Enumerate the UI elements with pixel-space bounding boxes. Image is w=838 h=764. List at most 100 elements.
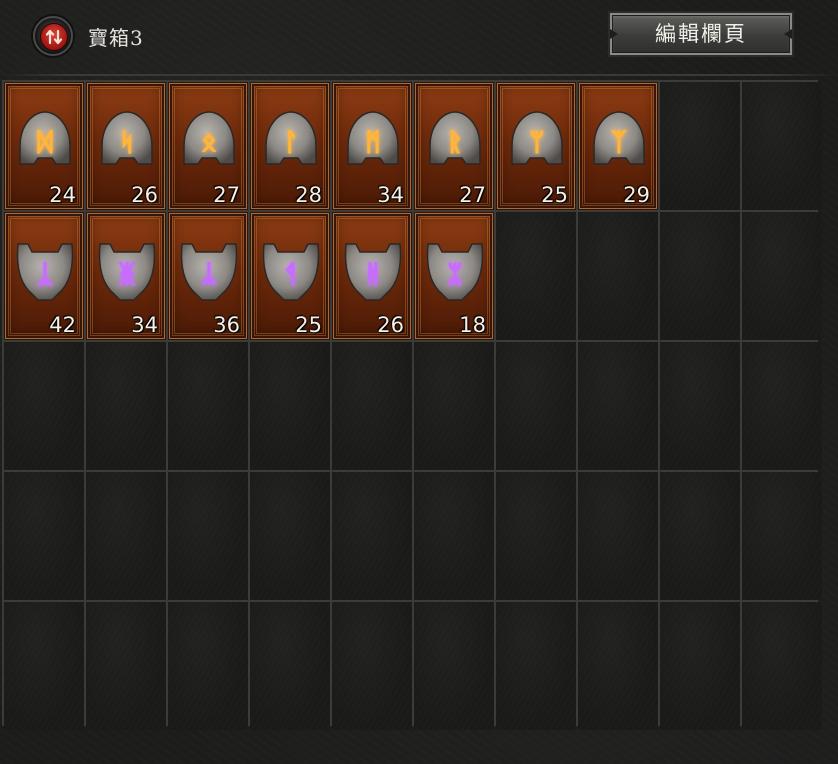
condition-rune-item[interactable]: ᛚ 28 [251,83,329,209]
stash-slot[interactable] [250,472,330,600]
stash-slot[interactable]: ᛩ 25 [250,212,330,340]
item-quantity: 26 [377,313,404,337]
rune-glyph: ᛩ [284,260,298,288]
effect-rune-item[interactable]: ᛤ 34 [87,213,165,339]
stash-slot[interactable]: ᛤ 34 [86,212,166,340]
stash-slot[interactable] [86,472,166,600]
effect-rune-item[interactable]: ᛩ 25 [251,213,329,339]
stash-slot[interactable]: ᛉ 29 [578,82,658,210]
condition-rune-item[interactable]: ᛗ 34 [333,83,411,209]
stash-slot[interactable]: ᛘ 25 [496,82,576,210]
effect-rune-item[interactable]: ᛣ 42 [5,213,83,339]
stash-slot[interactable] [578,472,658,600]
stash-slot[interactable] [660,602,740,730]
stash-panel: 寶箱3 編輯欄頁 ᛞ 24 ᛋ 26 ᛟ 27 ᛚ 28 ᛗ 34 ᚱ 27 ᛘ 25 ᛉ 29 ᛣ 42 ᛤ 34 ᛦ… [0,0,838,764]
condition-rune-item[interactable]: ᚱ 27 [415,83,493,209]
stash-slot[interactable]: ᚻ 26 [332,212,412,340]
stash-slot[interactable] [660,472,740,600]
stash-slot[interactable] [496,342,576,470]
stash-slot[interactable] [578,342,658,470]
stash-slot[interactable] [742,472,822,600]
stash-slot[interactable] [496,472,576,600]
stash-slot[interactable] [168,472,248,600]
condition-rune-item[interactable]: ᛉ 29 [579,83,657,209]
rune-glyph: ᛟ [202,128,216,156]
rune-glyph: ᛉ [612,128,627,156]
stash-slot[interactable] [496,602,576,730]
item-quantity: 24 [49,183,76,207]
condition-rune-item[interactable]: ᛘ 25 [497,83,575,209]
item-quantity: 18 [459,313,486,337]
item-quantity: 36 [213,313,240,337]
stash-slot[interactable] [660,212,740,340]
stash-slot[interactable] [414,472,494,600]
item-quantity: 25 [541,183,568,207]
stash-slot[interactable] [742,212,822,340]
stash-slot[interactable]: ᚱ 27 [414,82,494,210]
stash-slot[interactable] [742,602,822,730]
stash-slot[interactable] [4,472,84,600]
item-quantity: 27 [213,183,240,207]
stash-slot[interactable]: ᛣ 42 [4,212,84,340]
rune-glyph: ᚻ [366,260,380,288]
stash-slot[interactable]: ᛋ 26 [86,82,166,210]
stash-slot[interactable] [660,342,740,470]
item-quantity: 42 [49,313,76,337]
swap-arrows-icon [40,23,68,51]
swap-tab-button[interactable] [33,16,73,56]
rune-glyph: ᛘ [530,128,544,156]
rune-glyph: ᛚ [284,128,298,156]
stash-slot[interactable]: ᛚ 28 [250,82,330,210]
rune-glyph: ᛤ [119,260,135,288]
rune-glyph: ᛗ [366,128,380,156]
stash-slot[interactable] [414,602,494,730]
effect-rune-item[interactable]: ᛦ 36 [169,213,247,339]
stash-slot[interactable] [86,342,166,470]
stash-slot[interactable] [250,342,330,470]
item-quantity: 25 [295,313,322,337]
header-divider [0,74,838,76]
stash-slot[interactable] [86,602,166,730]
rune-glyph: ᛯ [448,260,462,288]
rune-glyph: ᛣ [38,260,53,288]
item-quantity: 34 [131,313,158,337]
condition-rune-item[interactable]: ᛞ 24 [5,83,83,209]
stash-slot[interactable] [4,602,84,730]
stash-grid: ᛞ 24 ᛋ 26 ᛟ 27 ᛚ 28 ᛗ 34 ᚱ 27 ᛘ 25 ᛉ 29 ᛣ 42 ᛤ 34 ᛦ 36 ᛩ 25 ᚻ 26 ᛯ… [2,80,822,730]
effect-rune-item[interactable]: ᚻ 26 [333,213,411,339]
stash-slot[interactable] [168,602,248,730]
rune-glyph: ᛋ [120,128,134,156]
stash-slot[interactable] [332,472,412,600]
stash-slot[interactable] [742,82,822,210]
rune-glyph: ᚱ [448,128,462,156]
stash-slot[interactable]: ᛟ 27 [168,82,248,210]
stash-slot[interactable]: ᛗ 34 [332,82,412,210]
stash-slot[interactable] [250,602,330,730]
condition-rune-item[interactable]: ᛟ 27 [169,83,247,209]
stash-slot[interactable] [4,342,84,470]
effect-rune-item[interactable]: ᛯ 18 [415,213,493,339]
stash-header: 寶箱3 編輯欄頁 [0,0,838,76]
stash-slot[interactable] [414,342,494,470]
item-quantity: 26 [131,183,158,207]
stash-slot[interactable] [742,342,822,470]
rune-glyph: ᛞ [38,128,53,156]
stash-slot[interactable]: ᛞ 24 [4,82,84,210]
rune-glyph: ᛦ [202,260,216,288]
stash-slot[interactable] [168,342,248,470]
item-quantity: 28 [295,183,322,207]
edit-tab-button[interactable]: 編輯欄頁 [608,11,794,57]
stash-slot[interactable] [578,602,658,730]
item-quantity: 27 [459,183,486,207]
stash-slot[interactable] [496,212,576,340]
stash-slot[interactable]: ᛦ 36 [168,212,248,340]
stash-slot[interactable] [660,82,740,210]
item-quantity: 29 [623,183,650,207]
stash-slot[interactable] [578,212,658,340]
item-quantity: 34 [377,183,404,207]
stash-slot[interactable]: ᛯ 18 [414,212,494,340]
condition-rune-item[interactable]: ᛋ 26 [87,83,165,209]
stash-tab-title: 寶箱3 [88,26,144,50]
stash-slot[interactable] [332,602,412,730]
stash-slot[interactable] [332,342,412,470]
